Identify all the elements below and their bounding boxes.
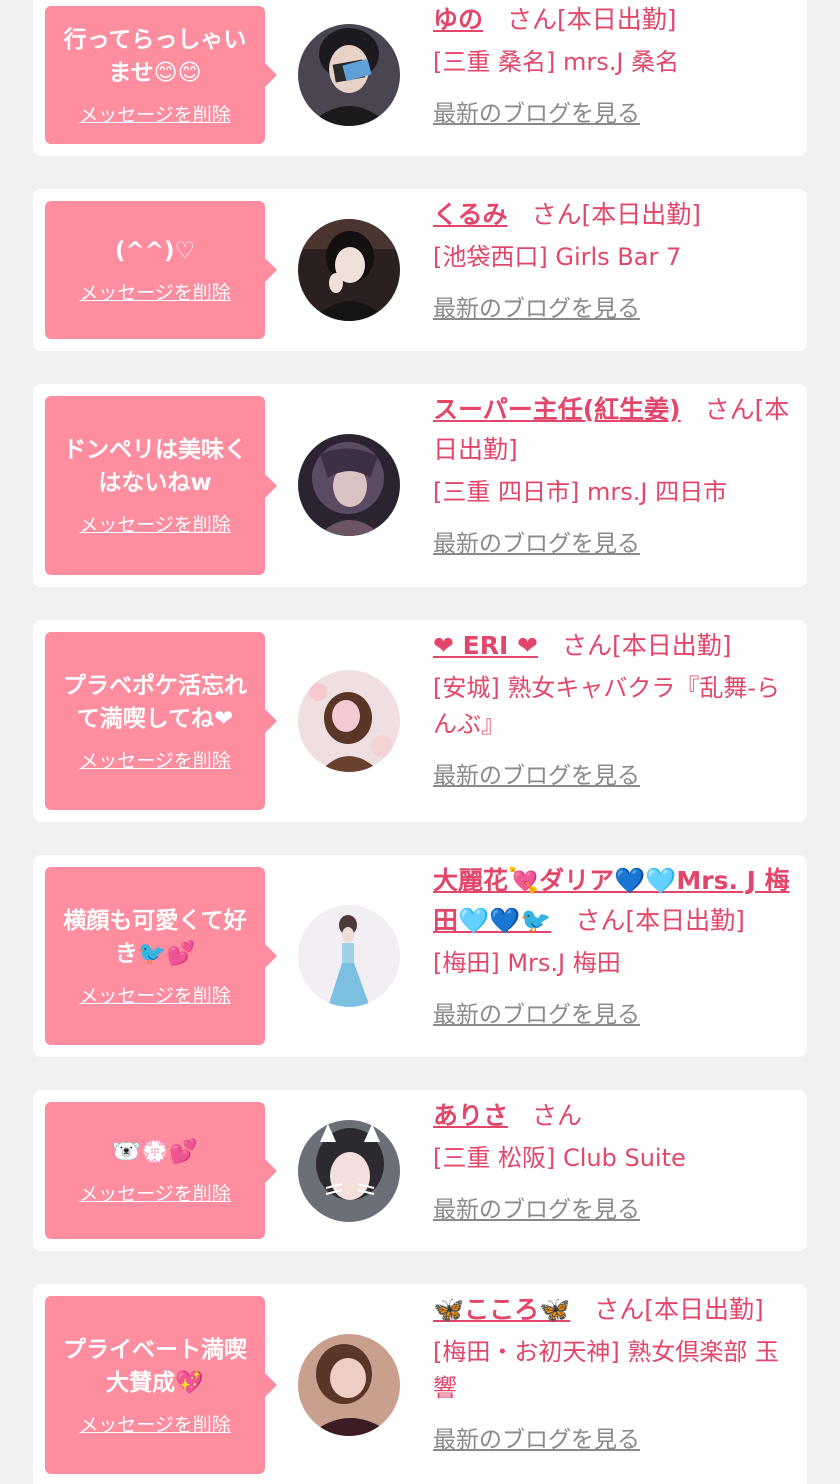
status-suffix: さん[本日出勤] <box>561 631 732 660</box>
girl-info: 🦋こころ🦋 さん[本日出勤] [梅田・お初天神] 熟女倶楽部 玉響 最新のブログを… <box>433 1290 791 1454</box>
girl-info: くるみ さん[本日出勤] [池袋西口] Girls Bar 7 最新のブログを見る <box>433 195 791 323</box>
message-bubble: プラベポケ活忘れて満喫してね❤ メッセージを削除 <box>45 632 277 810</box>
shop-name: [三重 桑名] mrs.J 桑名 <box>433 48 680 76</box>
girl-info: ❤ ERI ❤ さん[本日出勤] [安城] 熟女キャバクラ『乱舞-らんぶ』 最新の… <box>433 626 791 790</box>
message-card: プラベポケ活忘れて満喫してね❤ メッセージを削除 ❤ ERI ❤ さん[本日出勤]… <box>33 620 807 822</box>
status-suffix: さん[本日出勤] <box>594 1295 764 1324</box>
delete-message-link[interactable]: メッセージを削除 <box>79 278 231 305</box>
view-blog-link[interactable]: 最新のブログを見る <box>433 1190 640 1224</box>
girl-info: ゆの さん[本日出勤] [三重 桑名] mrs.J 桑名 最新のブログを見る <box>433 0 791 128</box>
message-bubble: ドンペリは美味くはないねw メッセージを削除 <box>45 396 277 575</box>
view-blog-link[interactable]: 最新のブログを見る <box>433 94 640 128</box>
message-bubble: プライベート満喫大賛成💖 メッセージを削除 <box>45 1296 277 1474</box>
avatar[interactable] <box>298 1120 400 1222</box>
shop-name: [池袋西口] Girls Bar 7 <box>433 243 682 271</box>
delete-message-link[interactable]: メッセージを削除 <box>79 746 231 773</box>
girl-info: 大麗花💘ダリア💙🩵Mrs. J 梅田🩵💙🐦 さん[本日出勤] [梅田] Mrs.J… <box>433 861 791 1029</box>
girl-name-link[interactable]: スーパー主任(紅生姜) <box>433 395 681 424</box>
status-suffix: さん[本日出勤] <box>575 906 745 935</box>
girl-photo-icon <box>298 1334 400 1436</box>
girl-photo-icon <box>298 219 400 321</box>
avatar[interactable] <box>298 905 400 1007</box>
girl-info: ありさ さん [三重 松阪] Club Suite 最新のブログを見る <box>433 1096 791 1224</box>
message-card: (^^)♡ メッセージを削除 くるみ さん[本日出勤] [池袋西口] Girls … <box>33 189 807 351</box>
girl-name-link[interactable]: 🦋こころ🦋 <box>433 1295 570 1324</box>
message-bubble: 行ってらっしゃいませ😊😊 メッセージを削除 <box>45 6 277 144</box>
shop-name: [梅田・お初天神] 熟女倶楽部 玉響 <box>433 1338 779 1402</box>
girl-name-link[interactable]: ありさ <box>433 1101 508 1130</box>
view-blog-link[interactable]: 最新のブログを見る <box>433 524 640 558</box>
avatar[interactable] <box>298 1334 400 1436</box>
message-card: 🐻‍❄️💮💕 メッセージを削除 ありさ さん [三重 松阪] Club Suite… <box>33 1090 807 1251</box>
message-list: 行ってらっしゃいませ😊😊 メッセージを削除 ゆの さん[本日出勤] [三重 桑名]… <box>0 0 840 1484</box>
avatar[interactable] <box>298 670 400 772</box>
message-text: ドンペリは美味くはないねw <box>63 437 247 496</box>
girl-name-link[interactable]: ❤ ERI ❤ <box>433 631 538 660</box>
view-blog-link[interactable]: 最新のブログを見る <box>433 289 640 323</box>
girl-photo-icon <box>298 24 400 126</box>
shop-name: [安城] 熟女キャバクラ『乱舞-らんぶ』 <box>433 674 781 738</box>
message-text: (^^)♡ <box>114 238 196 264</box>
message-text: 横顔も可愛くて好き🐦💕 <box>63 907 247 967</box>
view-blog-link[interactable]: 最新のブログを見る <box>433 995 640 1029</box>
message-bubble: 🐻‍❄️💮💕 メッセージを削除 <box>45 1102 277 1239</box>
message-bubble: 横顔も可愛くて好き🐦💕 メッセージを削除 <box>45 867 277 1045</box>
anime-girl-icon <box>298 434 400 536</box>
status-suffix: さん <box>532 1101 583 1130</box>
girl-photo-icon <box>298 670 400 772</box>
shop-name: [梅田] Mrs.J 梅田 <box>433 949 621 977</box>
girl-name-link[interactable]: くるみ <box>433 200 508 229</box>
shop-name: [三重 四日市] mrs.J 四日市 <box>433 478 728 506</box>
message-card: 行ってらっしゃいませ😊😊 メッセージを削除 ゆの さん[本日出勤] [三重 桑名]… <box>33 0 807 156</box>
avatar[interactable] <box>298 219 400 321</box>
delete-message-link[interactable]: メッセージを削除 <box>79 100 231 127</box>
message-text: 🐻‍❄️💮💕 <box>112 1138 198 1165</box>
delete-message-link[interactable]: メッセージを削除 <box>79 1179 231 1206</box>
shop-name: [三重 松阪] Club Suite <box>433 1144 686 1172</box>
avatar[interactable] <box>298 434 400 536</box>
girl-name-link[interactable]: ゆの <box>433 5 483 34</box>
avatar[interactable] <box>298 24 400 126</box>
message-text: 行ってらっしゃいませ😊😊 <box>63 26 247 86</box>
delete-message-link[interactable]: メッセージを削除 <box>79 981 231 1008</box>
message-text: プラベポケ活忘れて満喫してね❤ <box>63 672 247 732</box>
view-blog-link[interactable]: 最新のブログを見る <box>433 756 640 790</box>
message-text: プライベート満喫大賛成💖 <box>63 1336 247 1396</box>
message-card: ドンペリは美味くはないねw メッセージを削除 スーパー主任(紅生姜) さん[本日出… <box>33 384 807 587</box>
girl-info: スーパー主任(紅生姜) さん[本日出勤] [三重 四日市] mrs.J 四日市 最… <box>433 390 791 558</box>
message-bubble: (^^)♡ メッセージを削除 <box>45 201 277 339</box>
girl-cat-filter-icon <box>298 1120 400 1222</box>
delete-message-link[interactable]: メッセージを削除 <box>79 510 231 537</box>
message-card: プライベート満喫大賛成💖 メッセージを削除 🦋こころ🦋 さん[本日出勤] [梅田・… <box>33 1284 807 1484</box>
view-blog-link[interactable]: 最新のブログを見る <box>433 1420 640 1454</box>
delete-message-link[interactable]: メッセージを削除 <box>79 1410 231 1437</box>
girl-in-dress-icon <box>298 905 400 1007</box>
status-suffix: さん[本日出勤] <box>531 200 702 229</box>
status-suffix: さん[本日出勤] <box>507 5 677 34</box>
message-card: 横顔も可愛くて好き🐦💕 メッセージを削除 大麗花💘ダリア💙🩵Mrs. J 梅田🩵… <box>33 855 807 1057</box>
